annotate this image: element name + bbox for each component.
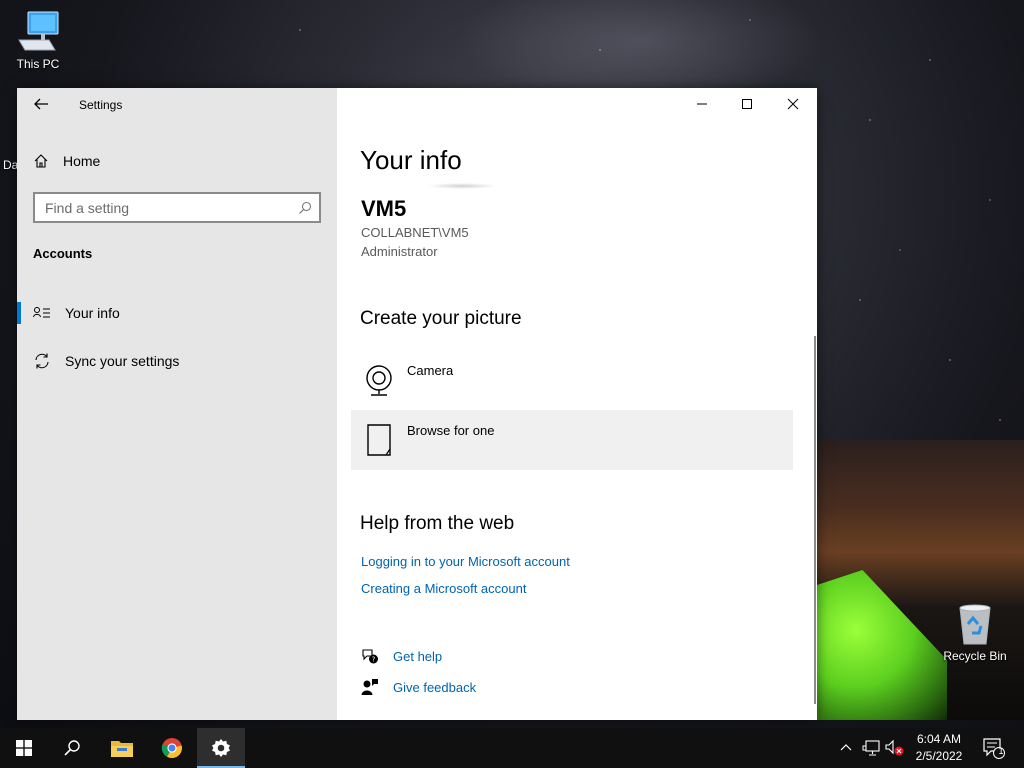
back-arrow-icon	[34, 98, 48, 110]
clock-time: 6:04 AM	[916, 732, 962, 746]
create-picture-header: Create your picture	[360, 308, 522, 329]
document-icon	[367, 424, 391, 456]
camera-icon	[366, 365, 392, 396]
settings-content: Your info VM5 COLLABNET\VM5 Administrato…	[337, 88, 817, 720]
minimize-icon	[697, 103, 707, 105]
search-input[interactable]	[35, 199, 291, 216]
settings-window: Settings Home Accounts	[17, 88, 817, 720]
show-hidden-icons-button[interactable]	[836, 738, 856, 758]
get-help-label: Get help	[393, 648, 443, 664]
recycle-bin-icon	[959, 604, 991, 645]
search-icon	[64, 740, 80, 756]
give-feedback-label: Give feedback	[393, 679, 477, 695]
sidebar-item-home[interactable]: Home	[33, 150, 333, 172]
section-header-accounts: Accounts	[33, 246, 93, 261]
window-title: Settings	[79, 98, 123, 112]
user-account: COLLABNET\VM5	[361, 225, 469, 240]
start-button[interactable]	[0, 728, 48, 768]
volume-tray-button[interactable]	[884, 738, 904, 758]
camera-option[interactable]: Camera	[351, 350, 793, 410]
desktop-icon-this-pc[interactable]: This PC	[3, 10, 73, 71]
svg-text:?: ?	[372, 656, 376, 664]
action-center-button[interactable]: 1	[982, 738, 1006, 759]
home-icon	[34, 154, 48, 168]
avatar-placeholder	[427, 183, 497, 189]
desktop-icon-label: Recycle Bin	[943, 649, 1007, 663]
sync-icon	[35, 353, 49, 369]
sidebar-item-sync-settings[interactable]: Sync your settings	[17, 343, 337, 379]
desktop-icon-recycle-bin[interactable]: Recycle Bin	[940, 602, 1010, 663]
sidebar-item-label: Your info	[65, 305, 120, 321]
close-icon	[787, 98, 799, 110]
settings-sidebar: Settings Home Accounts	[17, 88, 337, 720]
desktop-icon-label: This PC	[16, 57, 60, 71]
file-explorer-button[interactable]	[98, 728, 146, 768]
maximize-icon	[742, 99, 752, 109]
chrome-button[interactable]	[148, 728, 196, 768]
link-logging-in[interactable]: Logging in to your Microsoft account	[361, 554, 570, 569]
user-role: Administrator	[361, 244, 438, 259]
close-button[interactable]	[770, 88, 816, 120]
chevron-up-icon	[840, 744, 852, 751]
folder-icon	[111, 741, 133, 757]
browse-option[interactable]: Browse for one	[351, 410, 793, 470]
sidebar-item-your-info[interactable]: Your info	[17, 295, 337, 331]
give-feedback-link[interactable]: Give feedback	[361, 678, 476, 696]
network-icon	[862, 740, 880, 756]
sidebar-item-label: Sync your settings	[65, 353, 180, 369]
gear-icon	[212, 739, 230, 757]
taskbar-clock[interactable]: 6:04 AM 2/5/2022	[908, 731, 970, 765]
maximize-button[interactable]	[724, 88, 770, 120]
notification-badge: 1	[998, 746, 1004, 756]
option-label: Camera	[407, 363, 454, 378]
user-name: VM5	[361, 196, 407, 221]
search-taskbar-button[interactable]	[48, 728, 96, 768]
page-title: Your info	[360, 145, 462, 175]
search-box	[33, 192, 321, 223]
minimize-button[interactable]	[679, 88, 725, 120]
content-scrollbar[interactable]	[814, 336, 816, 704]
settings-taskbar-button[interactable]	[197, 728, 245, 768]
chrome-icon	[161, 738, 182, 758]
network-tray-button[interactable]	[861, 738, 881, 758]
link-create-account[interactable]: Creating a Microsoft account	[361, 581, 526, 596]
computer-icon	[18, 11, 59, 51]
feedback-icon	[361, 679, 378, 695]
taskbar: 6:04 AM 2/5/2022 1	[0, 728, 1024, 768]
get-help-link[interactable]: ? Get help	[361, 647, 442, 665]
clock-date: 2/5/2022	[915, 749, 963, 763]
volume-muted-icon	[885, 739, 904, 756]
option-label: Browse for one	[407, 423, 495, 438]
contact-icon	[33, 307, 50, 318]
search-icon	[299, 201, 312, 214]
back-button[interactable]	[31, 94, 51, 114]
help-chat-icon: ?	[362, 649, 378, 664]
search-button[interactable]	[291, 201, 319, 215]
help-web-header: Help from the web	[360, 513, 515, 534]
sidebar-item-label: Home	[63, 153, 101, 169]
windows-logo-icon	[16, 740, 32, 756]
